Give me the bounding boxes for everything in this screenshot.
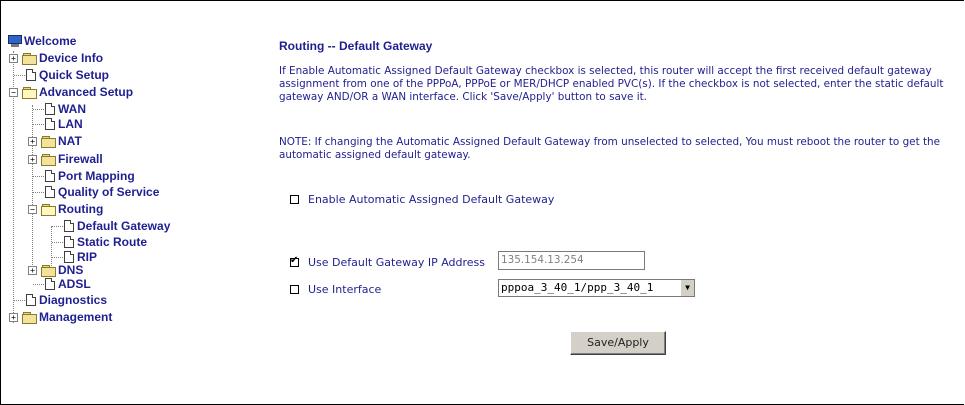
auto-gateway-checkbox[interactable] xyxy=(290,195,299,204)
sidebar-item-default-gateway[interactable]: Default Gateway xyxy=(64,219,170,233)
save-apply-button[interactable]: Save/Apply xyxy=(570,331,666,355)
expand-icon[interactable]: + xyxy=(9,313,18,322)
sidebar-item-label: Firewall xyxy=(58,152,103,166)
page-icon xyxy=(64,220,74,232)
expand-icon[interactable]: + xyxy=(9,54,18,63)
tree-connector xyxy=(14,75,25,76)
expand-icon[interactable]: + xyxy=(28,155,37,164)
use-interface-label: Use Interface xyxy=(308,283,382,296)
dropdown-arrow-icon[interactable]: ▼ xyxy=(680,280,694,296)
folder-icon xyxy=(22,52,37,65)
collapse-icon[interactable]: − xyxy=(9,88,18,97)
folder-icon xyxy=(22,311,37,324)
page-title: Routing -- Default Gateway xyxy=(279,39,433,53)
sidebar-item-label: ADSL xyxy=(58,277,91,291)
open-folder-icon xyxy=(22,86,37,99)
sidebar-item-label: LAN xyxy=(58,117,83,131)
note-text: NOTE: If changing the Automatic Assigned… xyxy=(279,136,941,161)
expand-icon[interactable]: + xyxy=(28,266,37,275)
sidebar-item-wan[interactable]: WAN xyxy=(45,102,86,116)
tree-connector xyxy=(33,109,44,110)
folder-icon xyxy=(41,135,56,148)
sidebar-item-label: Advanced Setup xyxy=(39,85,134,99)
main-content: Routing -- Default Gateway If Enable Aut… xyxy=(279,1,959,401)
sidebar-item-adsl[interactable]: ADSL xyxy=(45,277,91,291)
sidebar-item-static-route[interactable]: Static Route xyxy=(64,235,147,249)
collapse-icon[interactable]: − xyxy=(28,205,37,214)
sidebar-item-quality-of-service[interactable]: Quality of Service xyxy=(45,185,159,199)
sidebar-item-label: Port Mapping xyxy=(58,169,135,183)
auto-gateway-label: Enable Automatic Assigned Default Gatewa… xyxy=(308,193,555,206)
interface-row: Use Interface xyxy=(290,283,381,296)
expand-icon[interactable]: + xyxy=(28,137,37,146)
sidebar-item-label: RIP xyxy=(77,250,98,264)
sidebar-item-label: Static Route xyxy=(77,235,148,249)
sidebar-item-nat[interactable]: NAT xyxy=(41,134,82,148)
gateway-ip-checkbox[interactable] xyxy=(290,255,299,267)
tree-connector xyxy=(32,105,33,269)
sidebar-item-management[interactable]: Management xyxy=(22,310,112,324)
sidebar-item-routing[interactable]: Routing xyxy=(41,202,103,216)
sidebar-item-label: Diagnostics xyxy=(39,293,108,307)
page-icon xyxy=(45,103,55,115)
sidebar-item-label: Device Info xyxy=(39,51,104,65)
sidebar-item-label: Routing xyxy=(58,202,104,216)
interface-select-value: pppoa_3_40_1/ppp_3_40_1 xyxy=(501,281,654,294)
tree-connector xyxy=(33,192,44,193)
sidebar-item-label: Default Gateway xyxy=(77,219,171,233)
page-icon xyxy=(45,118,55,130)
computer-icon xyxy=(8,35,22,47)
page-frame: Welcome + Device Info Quick Setup − Adva… xyxy=(0,0,964,405)
sidebar-item-lan[interactable]: LAN xyxy=(45,117,83,131)
sidebar-item-label: Quality of Service xyxy=(58,185,160,199)
sidebar-item-diagnostics[interactable]: Diagnostics xyxy=(26,293,107,307)
sidebar-item-quick-setup[interactable]: Quick Setup xyxy=(26,68,109,82)
open-folder-icon xyxy=(41,203,56,216)
page-icon xyxy=(45,278,55,290)
gateway-ip-input[interactable]: 135.154.13.254 xyxy=(498,251,645,270)
sidebar-item-rip[interactable]: RIP xyxy=(64,250,97,264)
sidebar-item-label: WAN xyxy=(58,102,86,116)
tree-connector xyxy=(33,124,44,125)
sidebar-item-label: Management xyxy=(39,310,113,324)
folder-icon xyxy=(41,264,56,277)
sidebar-item-label: Quick Setup xyxy=(39,68,110,82)
tree-connector xyxy=(52,242,63,243)
sidebar-item-dns[interactable]: DNS xyxy=(41,263,83,277)
sidebar-item-label: NAT xyxy=(58,134,82,148)
tree-connector xyxy=(33,176,44,177)
tree-connector xyxy=(52,226,63,227)
page-icon xyxy=(64,251,74,263)
tree-connector xyxy=(14,300,25,301)
sidebar-item-device-info[interactable]: Device Info xyxy=(22,51,103,65)
tree-connector xyxy=(52,257,63,258)
gateway-ip-row: Use Default Gateway IP Address xyxy=(290,255,486,269)
interface-select[interactable]: pppoa_3_40_1/ppp_3_40_1 ▼ xyxy=(498,279,695,297)
sidebar-item-welcome[interactable]: Welcome xyxy=(8,34,76,48)
sidebar-item-label: Welcome xyxy=(24,34,77,48)
tree-connector xyxy=(33,284,44,285)
folder-icon xyxy=(41,153,56,166)
sidebar-item-advanced-setup[interactable]: Advanced Setup xyxy=(22,85,133,99)
page-icon xyxy=(26,69,36,81)
description-text: If Enable Automatic Assigned Default Gat… xyxy=(279,65,944,103)
page-icon xyxy=(45,186,55,198)
page-icon xyxy=(26,294,36,306)
page-icon xyxy=(45,170,55,182)
sidebar-item-port-mapping[interactable]: Port Mapping xyxy=(45,169,135,183)
page-icon xyxy=(64,236,74,248)
sidebar-item-firewall[interactable]: Firewall xyxy=(41,152,103,166)
auto-gateway-row: Enable Automatic Assigned Default Gatewa… xyxy=(290,193,554,206)
use-interface-checkbox[interactable] xyxy=(290,285,299,294)
gateway-ip-label: Use Default Gateway IP Address xyxy=(308,256,486,269)
sidebar-item-label: DNS xyxy=(58,263,84,277)
navigation-tree: Welcome + Device Info Quick Setup − Adva… xyxy=(8,34,258,334)
